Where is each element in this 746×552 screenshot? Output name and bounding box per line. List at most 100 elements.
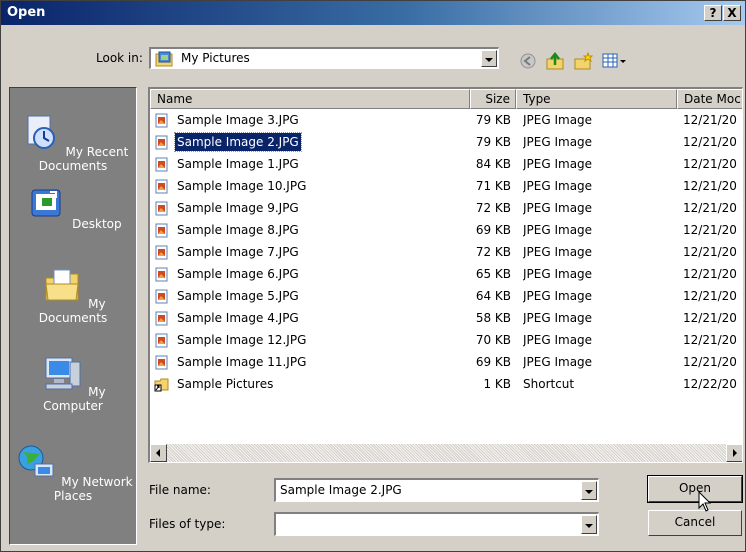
file-row[interactable]: Sample Image 7.JPG 72 KB JPEG Image 12/21/2… xyxy=(150,241,742,263)
filetype-dropdown-button[interactable] xyxy=(581,515,597,534)
open-button[interactable]: Open xyxy=(647,475,743,503)
jpeg-file-icon xyxy=(155,245,168,260)
jpeg-file-icon xyxy=(155,267,168,282)
file-row[interactable]: Sample Image 4.JPG 58 KB JPEG Image 12/21/2… xyxy=(150,307,742,329)
file-row[interactable]: Sample Image 10.JPG 71 KB JPEG Image 12/21/… xyxy=(150,175,742,197)
close-button[interactable]: X xyxy=(723,5,741,21)
lookin-value: My Pictures xyxy=(181,51,250,65)
place-label-network: My Network Places xyxy=(53,475,133,503)
file-type: JPEG Image xyxy=(523,157,593,171)
file-date: 12/21/20 xyxy=(683,135,737,149)
my-documents-icon xyxy=(45,269,79,301)
file-type: JPEG Image xyxy=(523,223,593,237)
file-row[interactable]: Sample Image 9.JPG 72 KB JPEG Image 12/21/2… xyxy=(150,197,742,219)
recent-documents-icon xyxy=(27,115,55,149)
file-row[interactable]: Sample Image 11.JPG 69 KB JPEG Image 12/21/… xyxy=(150,351,742,373)
cancel-button[interactable]: Cancel xyxy=(648,510,742,536)
jpeg-file-icon xyxy=(155,113,168,128)
scroll-left-button[interactable] xyxy=(150,444,167,462)
file-row[interactable]: Sample Image 3.JPG 79 KB JPEG Image 12/21/2… xyxy=(150,109,742,131)
title-bar[interactable]: Open ? X xyxy=(1,1,745,25)
file-date: 12/22/20 xyxy=(683,377,737,391)
open-dialog: Open ? X Look in: My Pictures My Recent … xyxy=(0,0,746,552)
file-size: 72 KB xyxy=(475,201,511,215)
file-date: 12/21/20 xyxy=(683,223,737,237)
column-header-type[interactable]: Type xyxy=(516,89,677,109)
file-name: Sample Image 1.JPG xyxy=(177,157,299,171)
file-size: 64 KB xyxy=(475,289,511,303)
file-name: Sample Image 5.JPG xyxy=(177,289,299,303)
file-row[interactable]: Sample Image 1.JPG 84 KB JPEG Image 12/21/2… xyxy=(150,153,742,175)
views-menu-icon[interactable] xyxy=(601,51,627,71)
new-folder-icon[interactable] xyxy=(573,51,595,71)
column-header-size[interactable]: Size xyxy=(470,89,516,109)
file-size: 65 KB xyxy=(475,267,511,281)
filename-dropdown-button[interactable] xyxy=(581,481,597,500)
file-size: 79 KB xyxy=(475,113,511,127)
file-size: 1 KB xyxy=(483,377,511,391)
file-size: 84 KB xyxy=(475,157,511,171)
my-computer-icon xyxy=(45,357,81,390)
jpeg-file-icon xyxy=(155,157,168,172)
help-button[interactable]: ? xyxy=(704,5,722,21)
file-type: Shortcut xyxy=(523,377,575,391)
jpeg-file-icon xyxy=(155,289,168,304)
file-type: JPEG Image xyxy=(523,201,593,215)
horizontal-scrollbar[interactable] xyxy=(150,444,742,462)
file-type: JPEG Image xyxy=(523,113,593,127)
jpeg-file-icon xyxy=(155,333,168,348)
back-icon[interactable] xyxy=(518,51,540,71)
mouse-cursor-icon xyxy=(698,491,712,512)
file-name: Sample Image 11.JPG xyxy=(177,355,307,369)
place-my-computer[interactable]: My Computer xyxy=(10,352,136,413)
file-list-view[interactable]: Name Size Type Date Moc Sample Image 3.J… xyxy=(148,87,743,463)
file-size: 69 KB xyxy=(475,355,511,369)
column-header-date[interactable]: Date Moc xyxy=(677,89,742,109)
file-date: 12/21/20 xyxy=(683,201,737,215)
file-date: 12/21/20 xyxy=(683,157,737,171)
file-row[interactable]: Sample Pictures 1 KB Shortcut 12/22/20 xyxy=(150,373,742,395)
file-row[interactable]: Sample Image 5.JPG 64 KB JPEG Image 12/21/2… xyxy=(150,285,742,307)
file-type: JPEG Image xyxy=(523,135,593,149)
folder-shortcut-icon xyxy=(154,378,169,392)
network-places-icon xyxy=(18,445,54,477)
lookin-combo[interactable]: My Pictures xyxy=(149,47,499,69)
filename-value: Sample Image 2.JPG xyxy=(280,483,402,497)
file-row[interactable]: Sample Image 2.JPG 79 KB JPEG Image 12/21/2… xyxy=(150,131,742,153)
place-desktop[interactable]: Desktop xyxy=(10,184,136,231)
jpeg-file-icon xyxy=(155,311,168,326)
file-date: 12/21/20 xyxy=(683,311,737,325)
file-row[interactable]: Sample Image 8.JPG 69 KB JPEG Image 12/21/2… xyxy=(150,219,742,241)
filetype-label: Files of type: xyxy=(149,517,226,531)
places-bar: My Recent Documents Desktop My Documents xyxy=(9,87,137,545)
place-my-network-places[interactable]: My Network Places xyxy=(10,442,136,503)
file-type: JPEG Image xyxy=(523,267,593,281)
file-type: JPEG Image xyxy=(523,179,593,193)
file-size: 58 KB xyxy=(475,311,511,325)
desktop-icon xyxy=(31,189,61,217)
file-row[interactable]: Sample Image 6.JPG 65 KB JPEG Image 12/21/2… xyxy=(150,263,742,285)
file-size: 70 KB xyxy=(475,333,511,347)
file-type: JPEG Image xyxy=(523,245,593,259)
file-name: Sample Image 8.JPG xyxy=(177,223,299,237)
scroll-right-button[interactable] xyxy=(726,444,742,462)
file-size: 79 KB xyxy=(475,135,511,149)
file-date: 12/21/20 xyxy=(683,289,737,303)
file-size: 71 KB xyxy=(475,179,511,193)
place-label-desktop: Desktop xyxy=(72,217,122,231)
jpeg-file-icon xyxy=(155,135,168,150)
file-type: JPEG Image xyxy=(523,333,593,347)
filetype-select[interactable] xyxy=(274,512,599,536)
place-my-recent-documents[interactable]: My Recent Documents xyxy=(10,112,136,173)
column-header-name[interactable]: Name xyxy=(150,89,470,109)
up-folder-icon[interactable] xyxy=(545,51,567,71)
file-name: Sample Image 3.JPG xyxy=(177,113,299,127)
file-date: 12/21/20 xyxy=(683,267,737,281)
file-size: 72 KB xyxy=(475,245,511,259)
filename-input[interactable]: Sample Image 2.JPG xyxy=(274,478,599,502)
place-my-documents[interactable]: My Documents xyxy=(10,264,136,325)
file-name: Sample Image 4.JPG xyxy=(177,311,299,325)
file-type: JPEG Image xyxy=(523,311,593,325)
file-row[interactable]: Sample Image 12.JPG 70 KB JPEG Image 12/21/… xyxy=(150,329,742,351)
lookin-dropdown-button[interactable] xyxy=(481,50,497,67)
